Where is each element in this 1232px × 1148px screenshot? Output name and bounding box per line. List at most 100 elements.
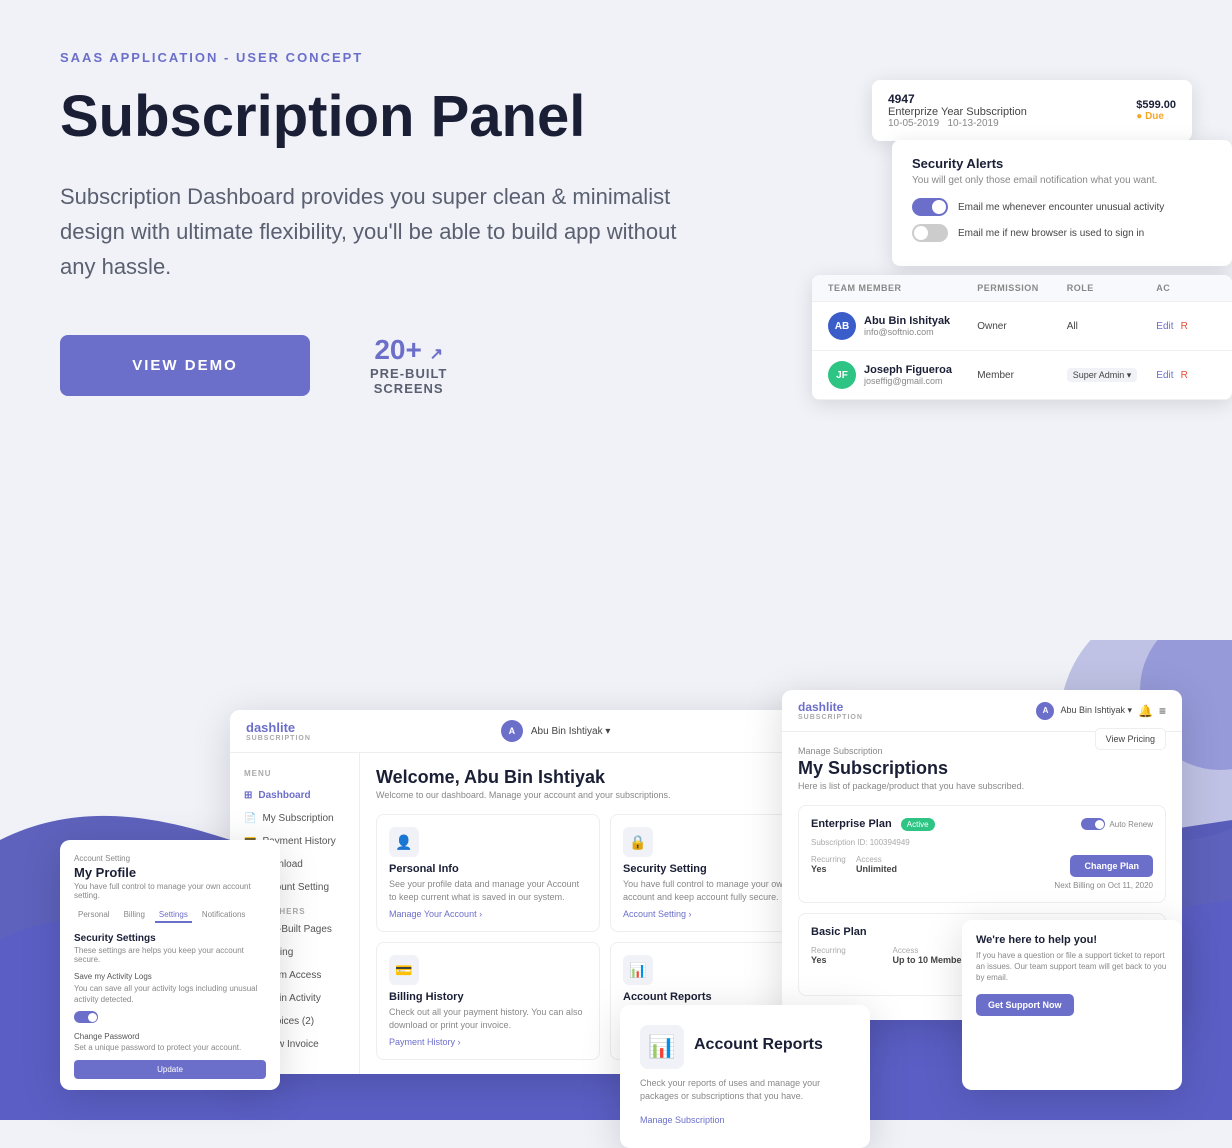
- account-reports-card-link[interactable]: Manage Subscription: [640, 1115, 725, 1125]
- acc-section-desc: These settings are helps you keep your a…: [74, 946, 266, 964]
- account-settings-card: Account Setting My Profile You have full…: [60, 840, 280, 1090]
- dash-topbar: dashlite SUBSCRIPTION A Abu Bin Ishtiyak…: [230, 710, 850, 753]
- permission-1: Owner: [977, 321, 1067, 332]
- tab-settings[interactable]: Settings: [155, 908, 192, 923]
- enterprise-plan-details: Recurring Yes Access Unlimited: [811, 855, 897, 874]
- sub-panel-logo: dashlite SUBSCRIPTION: [798, 700, 863, 721]
- action-1: Edit R: [1156, 320, 1216, 332]
- dash-user: A Abu Bin Ishtiyak ▾: [501, 720, 611, 742]
- security-subtitle: You will get only those email notificati…: [912, 175, 1212, 186]
- enterprise-plan-name: Enterprise Plan: [811, 818, 892, 830]
- view-pricing-button[interactable]: View Pricing: [1095, 728, 1166, 750]
- billing-history-title: Billing History: [389, 991, 587, 1003]
- action-2: Edit R: [1156, 369, 1216, 381]
- acc-section-title: Security Settings: [74, 933, 266, 944]
- sub-panel-logo-sub: SUBSCRIPTION: [798, 714, 863, 721]
- toggle-unusual-activity[interactable]: [912, 198, 948, 216]
- acc-tabs: Personal Billing Settings Notifications: [74, 908, 266, 923]
- enterprise-sub-id: Subscription ID: 100394949: [811, 838, 1153, 847]
- member-name-1: Abu Bin Ishityak: [864, 315, 950, 327]
- enterprise-auto-toggle[interactable]: [1081, 818, 1105, 830]
- billing-history-link[interactable]: Payment History ›: [389, 1037, 587, 1047]
- basic-recurring-label: Recurring: [811, 946, 889, 955]
- account-reports-card-title: Account Reports: [694, 1036, 823, 1054]
- security-title: Security Alerts: [912, 156, 1212, 171]
- billing-history-icon: 💳: [389, 955, 419, 985]
- account-reports-card-icon: 📊: [640, 1025, 684, 1069]
- support-title: We're here to help you!: [976, 934, 1168, 946]
- basic-recurring-val: Yes: [811, 955, 889, 965]
- sidebar-dashboard[interactable]: ⊞ Dashboard: [230, 784, 359, 807]
- basic-plan-details: Recurring Yes Access Up to 10 Members: [811, 946, 970, 965]
- team-card: TEAM MEMBER PERMISSION ROLE AC AB Abu Bi…: [812, 275, 1232, 400]
- sub-panel-bell[interactable]: 🔔: [1138, 704, 1153, 718]
- member-info-1: AB Abu Bin Ishityak info@softnio.com: [828, 312, 977, 340]
- enterprise-auto-label: Auto Renew: [1109, 820, 1153, 829]
- sub-name: Enterprize Year Subscription: [888, 106, 1027, 118]
- description: Subscription Dashboard provides you supe…: [60, 179, 680, 285]
- acc-label: Account Setting: [74, 854, 266, 863]
- avatar-1: AB: [828, 312, 856, 340]
- toggle-new-browser[interactable]: [912, 224, 948, 242]
- basic-access-label: Access: [893, 946, 971, 955]
- member-name-2: Joseph Figueroa: [864, 364, 952, 376]
- edit-link-2[interactable]: Edit: [1156, 370, 1173, 381]
- change-plan-button[interactable]: Change Plan: [1070, 855, 1153, 877]
- sub-panel-menu[interactable]: ≡: [1159, 704, 1166, 718]
- enterprise-plan-card: Enterprise Plan Active Auto Renew Subscr…: [798, 805, 1166, 903]
- sub-panel-username: Abu Bin Ishtiyak ▾: [1060, 705, 1132, 716]
- activity-logs-label: Save my Activity Logs: [74, 972, 266, 981]
- remove-link-1[interactable]: R: [1181, 321, 1188, 332]
- activity-logs-toggle-row: [74, 1011, 266, 1026]
- screens-text: PRE-BUILTSCREENS: [370, 366, 447, 396]
- permission-2: Member: [977, 370, 1067, 381]
- update-btn[interactable]: Update: [74, 1060, 266, 1079]
- change-password-desc: Set a unique password to protect your ac…: [74, 1043, 266, 1052]
- tab-notifications[interactable]: Notifications: [198, 908, 250, 923]
- activity-logs-desc: You can save all your activity logs incl…: [74, 983, 266, 1005]
- view-demo-button[interactable]: VIEW DEMO: [60, 335, 310, 396]
- dash-welcome: Welcome, Abu Bin Ishtiyak: [376, 767, 834, 788]
- menu-label: MENU: [230, 765, 359, 782]
- get-support-button[interactable]: Get Support Now: [976, 994, 1074, 1016]
- role-1: All: [1067, 321, 1157, 332]
- acc-title: My Profile: [74, 865, 266, 880]
- personal-info-desc: See your profile data and manage your Ac…: [389, 878, 587, 903]
- activity-logs-toggle[interactable]: [74, 1011, 98, 1023]
- subscription-row-card: 4947 Enterprize Year Subscription 10-05-…: [872, 80, 1192, 141]
- sidebar-subscription[interactable]: 📄 My Subscription: [230, 807, 359, 830]
- recurring-val: Yes: [811, 864, 852, 874]
- enterprise-auto-renew: Auto Renew: [1081, 818, 1153, 830]
- sub-dates: 10-05-2019 10-13-2019: [888, 118, 1027, 129]
- sub-id: 4947: [888, 92, 1027, 106]
- saas-label: SAAS APPLICATION - USER CONCEPT: [60, 50, 1172, 65]
- toggle-label-1: Email me whenever encounter unusual acti…: [958, 202, 1164, 213]
- dash-logo: dashlite SUBSCRIPTION: [246, 720, 311, 742]
- member-email-2: joseffig@gmail.com: [864, 376, 952, 386]
- sub-amount: $599.00: [1136, 99, 1176, 111]
- basic-plan-name: Basic Plan: [811, 926, 867, 938]
- main-title: Subscription Panel: [60, 85, 640, 149]
- dash-card-billing: 💳 Billing History Check out all your pay…: [376, 942, 600, 1060]
- team-row-2: JF Joseph Figueroa joseffig@gmail.com Me…: [812, 351, 1232, 400]
- sub-panel-title: My Subscriptions: [798, 758, 948, 779]
- access-val: Unlimited: [856, 864, 897, 874]
- team-row-1: AB Abu Bin Ishityak info@softnio.com Own…: [812, 302, 1232, 351]
- tab-billing[interactable]: Billing: [120, 908, 149, 923]
- avatar-2: JF: [828, 361, 856, 389]
- personal-info-link[interactable]: Manage Your Account ›: [389, 909, 587, 919]
- sub-status: ● Due: [1136, 111, 1176, 122]
- security-card: Security Alerts You will get only those …: [892, 140, 1232, 266]
- edit-link-1[interactable]: Edit: [1156, 321, 1173, 332]
- dash-card-personal: 👤 Personal Info See your profile data an…: [376, 814, 600, 932]
- col-permission: PERMISSION: [977, 283, 1067, 293]
- enterprise-plan-top: Enterprise Plan Active Auto Renew: [811, 818, 1153, 830]
- toggle-label-2: Email me if new browser is used to sign …: [958, 228, 1144, 239]
- sub-panel-topbar: dashlite SUBSCRIPTION A Abu Bin Ishtiyak…: [782, 690, 1182, 732]
- tab-personal[interactable]: Personal: [74, 908, 114, 923]
- remove-link-2[interactable]: R: [1181, 370, 1188, 381]
- member-info-2: JF Joseph Figueroa joseffig@gmail.com: [828, 361, 977, 389]
- account-reports-card-desc: Check your reports of uses and manage yo…: [640, 1077, 850, 1102]
- support-desc: If you have a question or file a support…: [976, 950, 1168, 984]
- basic-access-val: Up to 10 Members: [893, 955, 971, 965]
